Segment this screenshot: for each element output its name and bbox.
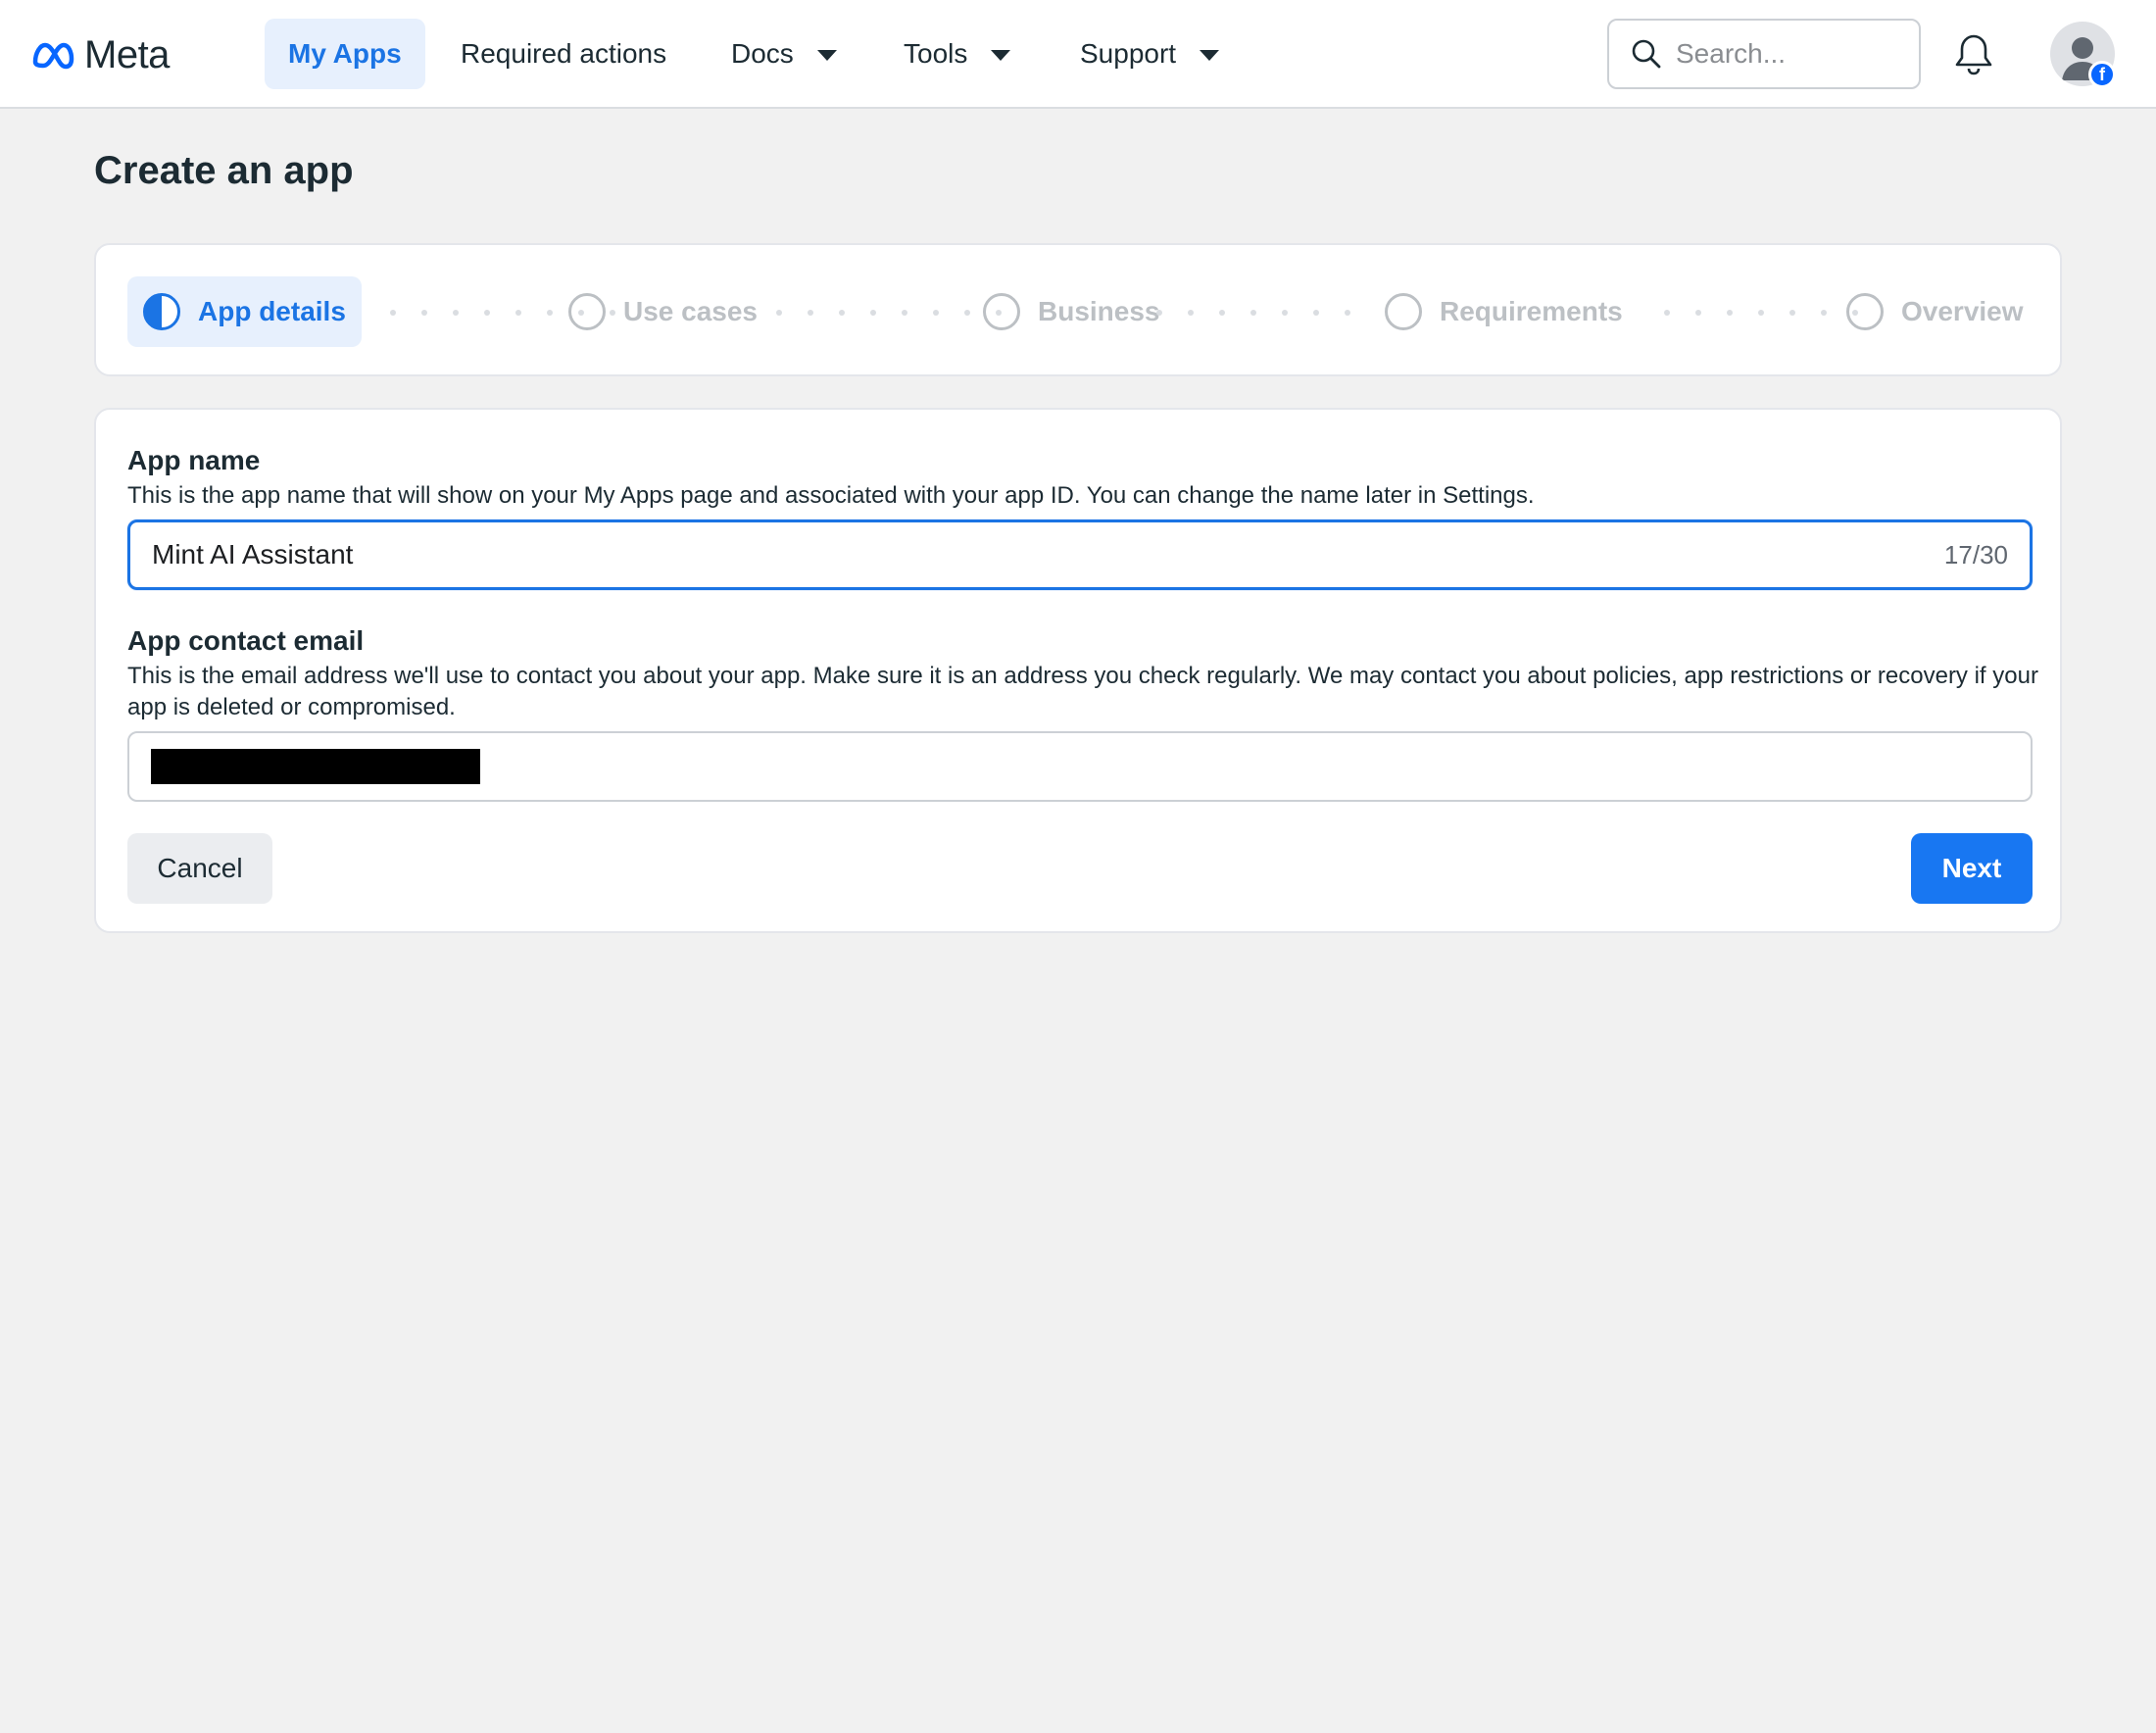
contact-email-help: This is the email address we'll use to c… [127,663,2038,720]
nav-docs[interactable]: Docs [708,19,860,89]
page-title: Create an app [94,149,354,192]
step-connector [776,310,1002,316]
badge-glyph: f [2099,64,2105,84]
top-navigation: Meta My Apps Required actions Docs Tools… [0,0,2156,109]
app-details-form: App name This is the app name that will … [94,408,2062,933]
nav-label: Tools [904,38,968,69]
search-icon [1632,39,1661,69]
step-label: App details [198,296,346,326]
facebook-badge-icon: f [2088,61,2116,88]
empty-circle-icon [568,293,606,330]
app-name-help: This is the app name that will show on y… [127,482,1535,509]
character-counter: 17/30 [1943,539,2008,569]
caret-down-icon [991,49,1011,61]
redacted-email-value [151,749,480,784]
step-business[interactable]: Business [983,276,1160,347]
nav-label: Support [1080,38,1177,69]
notifications-bell-icon[interactable] [1952,31,1995,78]
step-label: Use cases [623,296,759,326]
nav-label: Docs [731,38,794,69]
caret-down-icon [1200,49,1220,61]
step-label: Overview [1901,296,2024,326]
nav-my-apps[interactable]: My Apps [265,19,425,89]
step-app-details[interactable]: App details [127,276,362,347]
search-box[interactable] [1607,19,1921,89]
contact-email-field[interactable] [127,731,2033,802]
meta-infinity-icon [32,42,74,70]
caret-down-icon [816,49,837,61]
app-name-label: App name [127,445,261,475]
half-filled-circle-icon [143,293,180,330]
step-use-cases[interactable]: Use cases [568,276,758,347]
empty-circle-icon [983,293,1020,330]
contact-email-label: App contact email [127,625,365,656]
step-label: Requirements [1440,296,1623,326]
nav-label: My Apps [288,38,402,69]
step-connector [1156,310,1350,316]
step-requirements[interactable]: Requirements [1385,276,1623,347]
nav-required-actions[interactable]: Required actions [437,19,690,89]
nav-support[interactable]: Support [1056,19,1243,89]
cancel-button[interactable]: Cancel [127,833,272,904]
next-button[interactable]: Next [1911,833,2033,904]
logo-text: Meta [84,32,170,76]
progress-stepper: App details Use cases Business Requireme… [94,243,2062,376]
app-name-field[interactable]: 17/30 [127,520,2033,590]
search-input[interactable] [1676,38,1901,70]
nav-label: Required actions [461,38,667,69]
step-label: Business [1038,296,1160,326]
meta-logo[interactable]: Meta [29,33,170,76]
step-overview[interactable]: Overview [1846,276,2024,347]
nav-tools[interactable]: Tools [880,19,1034,89]
empty-circle-icon [1385,293,1422,330]
app-name-input[interactable] [152,539,1944,570]
empty-circle-icon [1846,293,1884,330]
